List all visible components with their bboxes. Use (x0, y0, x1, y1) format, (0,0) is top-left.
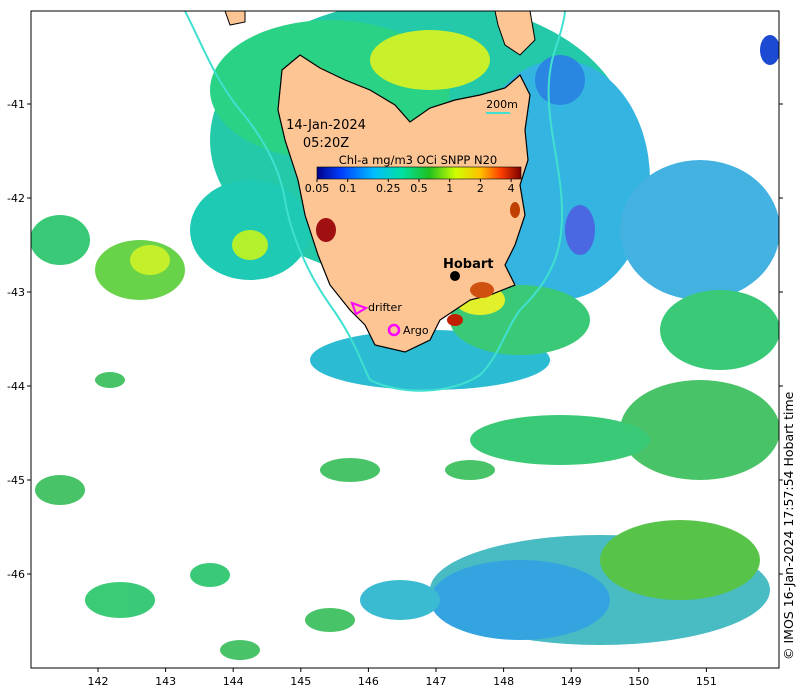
colorbar-tick-label: 2 (477, 182, 484, 195)
lon-tick-label: 146 (358, 675, 379, 688)
colorbar-tick-label: 0.05 (305, 182, 330, 195)
contour-legend-label: 200m (486, 98, 518, 111)
hobart-marker (450, 271, 460, 281)
lon-tick-label: 147 (426, 675, 447, 688)
longitude-axis: 142 143 144 145 146 147 148 149 150 151 (88, 668, 717, 688)
lat-tick-label: -42 (7, 192, 25, 205)
credit-text: © IMOS 16-Jan-2024 17:57:54 Hobart time (781, 391, 796, 660)
lon-tick-label: 149 (561, 675, 582, 688)
lon-tick-label: 144 (223, 675, 244, 688)
drifter-label: drifter (368, 301, 402, 314)
colorbar-tick-label: 0.25 (376, 182, 401, 195)
lon-tick-label: 148 (493, 675, 514, 688)
colorbar (316, 166, 522, 180)
colorbar-tick-label: 0.5 (410, 182, 428, 195)
chlorophyll-map: 142 143 144 145 146 147 148 149 150 151 -41-42-43… (7, 10, 796, 688)
lat-tick-label: -41 (7, 98, 25, 111)
coastal-bloom (316, 218, 336, 242)
colorbar-tick-label: 4 (508, 182, 515, 195)
lon-tick-label: 145 (290, 675, 311, 688)
argo-label: Argo (403, 324, 429, 337)
lat-tick-label: -46 (7, 568, 25, 581)
lon-tick-label: 142 (88, 675, 109, 688)
city-label-hobart: Hobart (443, 257, 494, 272)
coastal-bloom (470, 282, 494, 298)
colorbar-title: Chl-a mg/m3 OCi SNPP N20 (339, 153, 498, 167)
lon-tick-label: 151 (696, 675, 717, 688)
lat-tick-label: -44 (7, 380, 25, 393)
lat-tick-label: -43 (7, 286, 25, 299)
time-label: 05:20Z (303, 136, 349, 151)
lat-tick-label: -45 (7, 474, 25, 487)
lon-tick-label: 150 (628, 675, 649, 688)
lon-tick-label: 143 (155, 675, 176, 688)
colorbar-tick-label: 1 (446, 182, 453, 195)
coastal-bloom (510, 202, 520, 218)
date-label: 14-Jan-2024 (286, 118, 366, 133)
coastal-bloom (447, 314, 463, 326)
colorbar-tick-label: 0.1 (339, 182, 357, 195)
